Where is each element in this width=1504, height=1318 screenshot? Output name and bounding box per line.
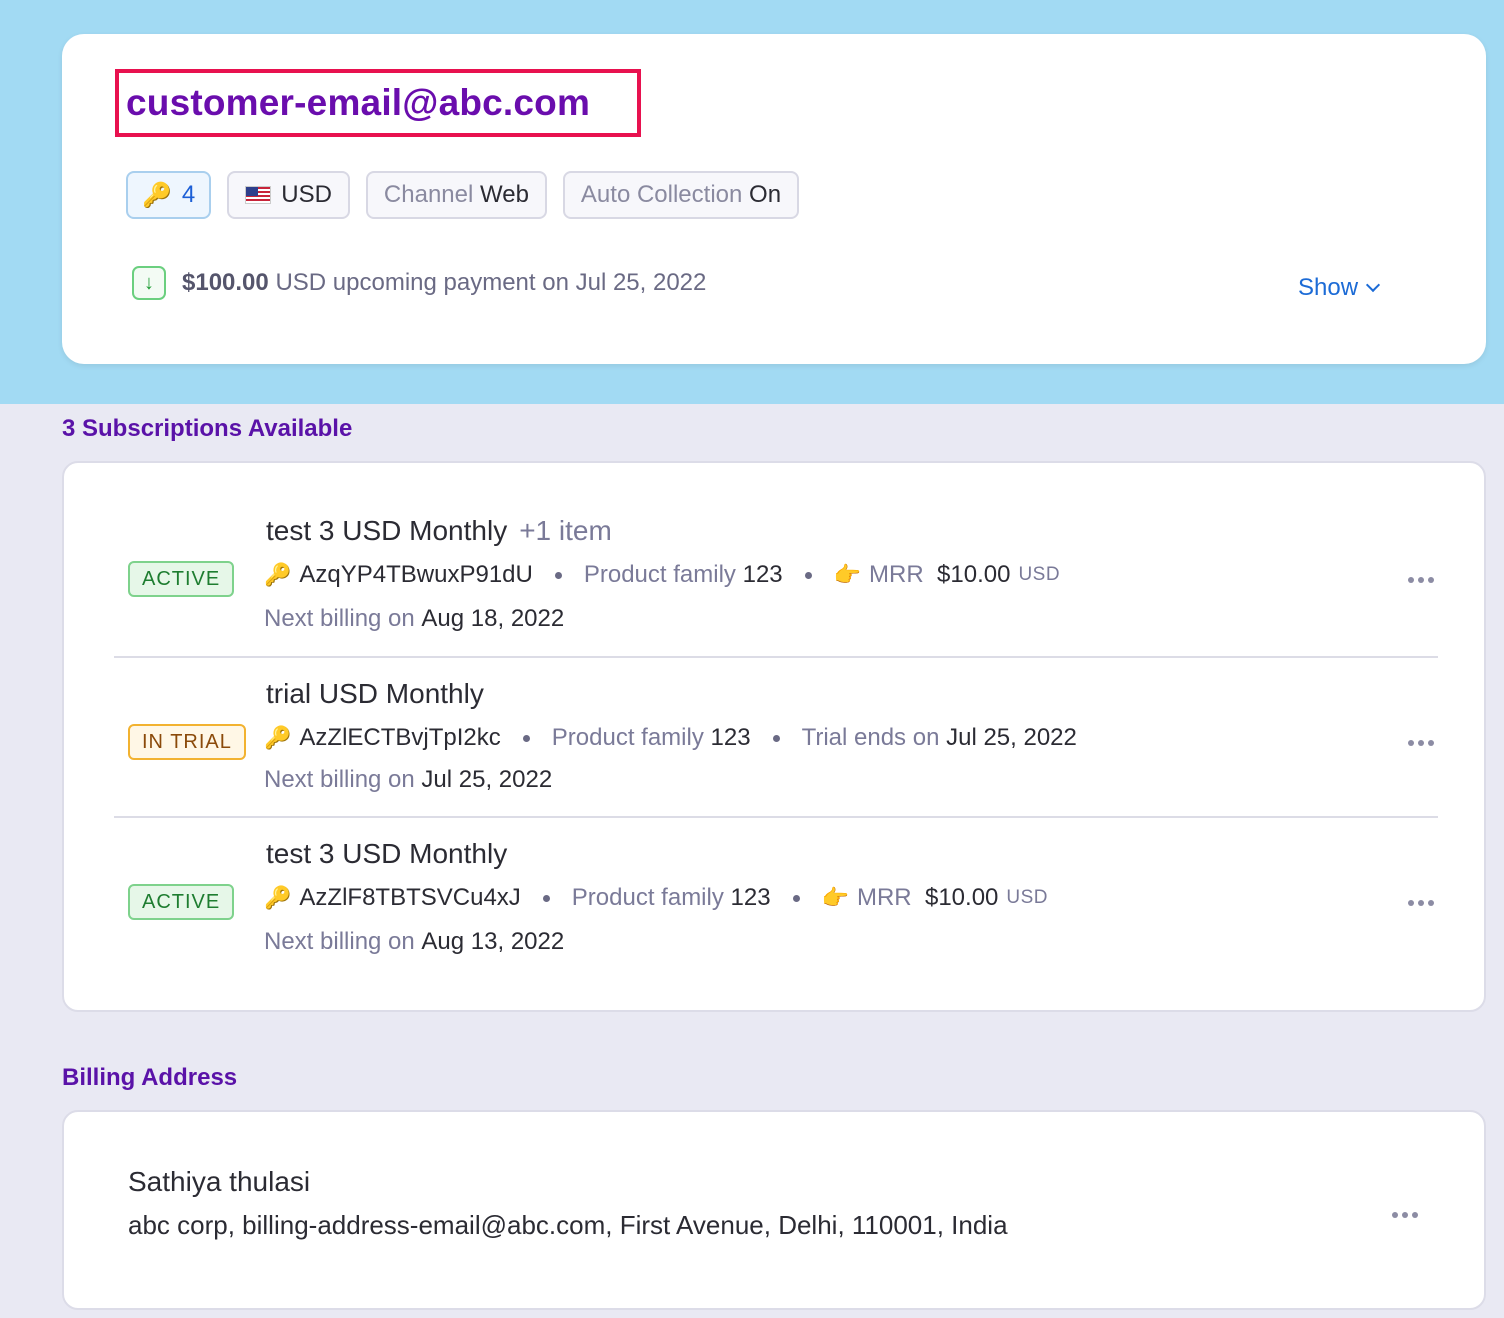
more-options-button[interactable] <box>1404 894 1438 912</box>
subscriptions-heading: 3 Subscriptions Available <box>62 415 353 442</box>
more-dot-icon <box>1418 740 1424 746</box>
auto-collection-value: On <box>749 181 782 208</box>
billing-address-line: abc corp, billing-address-email@abc.com,… <box>128 1210 1008 1240</box>
keys-count: 4 <box>181 181 196 208</box>
subscription-row[interactable]: ACTIVE test 3 USD Monthly +1 item 🔑 AzqYP… <box>114 495 1438 658</box>
more-dot-icon <box>1418 900 1424 906</box>
more-options-button[interactable] <box>1404 571 1438 589</box>
channel-value: Web <box>480 181 529 208</box>
currency-value: USD <box>281 181 332 208</box>
channel-chip[interactable]: Channel Web <box>365 171 547 219</box>
product-family-value: 123 <box>742 561 783 588</box>
next-billing-date: Aug 13, 2022 <box>421 928 565 955</box>
mrr-label: MRR <box>856 884 912 911</box>
separator-dot <box>792 894 800 902</box>
show-label: Show <box>1298 274 1359 301</box>
next-billing-label: Next billing on <box>264 928 415 955</box>
more-dot-icon <box>1392 1212 1398 1218</box>
subscription-meta: 🔑 AzZlF8TBTSVCu4xJ Product family 123 👉 … <box>264 884 1048 912</box>
auto-collection-chip[interactable]: Auto Collection On <box>562 171 800 219</box>
arrow-down-icon: ↓ <box>132 266 166 300</box>
show-toggle[interactable]: Show <box>1298 274 1381 302</box>
more-dot-icon <box>1408 740 1414 746</box>
next-billing-label: Next billing on <box>264 605 415 632</box>
product-family-value: 123 <box>730 884 771 911</box>
subscription-extra-items[interactable]: +1 item <box>519 515 612 546</box>
next-billing-date: Jul 25, 2022 <box>421 766 553 793</box>
more-dot-icon <box>1412 1212 1418 1218</box>
mrr-currency: USD <box>1018 564 1061 585</box>
key-icon: 🔑 <box>264 725 292 750</box>
subscription-id[interactable]: AzZlECTBvjTpI2kc <box>299 724 500 752</box>
status-badge: IN TRIAL <box>128 724 246 760</box>
auto-collection-label: Auto Collection <box>580 181 743 208</box>
subscription-title: trial USD Monthly <box>266 678 484 710</box>
more-dot-icon <box>1402 1212 1408 1218</box>
next-billing-date: Aug 18, 2022 <box>421 605 565 632</box>
subscription-meta: 🔑 AzZlECTBvjTpI2kc Product family 123 Tr… <box>264 724 1077 752</box>
separator-dot <box>522 734 530 742</box>
more-options-button[interactable] <box>1388 1206 1422 1224</box>
customer-email[interactable]: customer-email@abc.com <box>126 82 590 124</box>
chevron-down-icon <box>1365 277 1381 293</box>
status-badge: ACTIVE <box>128 561 235 597</box>
subscription-name[interactable]: test 3 USD Monthly <box>266 515 507 546</box>
subscription-row[interactable]: IN TRIAL trial USD Monthly 🔑 AzZlECTBvjT… <box>114 656 1438 816</box>
pointing-hand-icon: 👉 <box>821 885 849 910</box>
mrr-value: $10.00 <box>937 561 1011 588</box>
subscription-row[interactable]: ACTIVE test 3 USD Monthly 🔑 AzZlF8TBTSVC… <box>114 816 1438 991</box>
status-badge: ACTIVE <box>128 884 235 920</box>
product-family-value: 123 <box>710 724 751 751</box>
subscriptions-card: ACTIVE test 3 USD Monthly +1 item 🔑 AzqYP… <box>62 461 1486 1012</box>
mrr-label: MRR <box>869 561 924 588</box>
keys-chip[interactable]: 🔑 4 <box>126 171 212 219</box>
more-options-button[interactable] <box>1404 734 1438 752</box>
subscription-id[interactable]: AzZlF8TBTSVCu4xJ <box>299 884 520 912</box>
more-dot-icon <box>1428 577 1434 583</box>
next-billing: Next billing on Jul 25, 2022 <box>264 766 552 794</box>
subscription-name[interactable]: test 3 USD Monthly <box>266 838 507 869</box>
billing-name: Sathiya thulasi <box>128 1166 311 1197</box>
channel-label: Channel <box>383 181 474 208</box>
next-billing: Next billing on Aug 13, 2022 <box>264 928 564 956</box>
next-billing-label: Next billing on <box>264 766 415 793</box>
trial-ends-label: Trial ends on <box>801 724 940 751</box>
subscription-title: test 3 USD Monthly <box>266 838 507 870</box>
more-dot-icon <box>1428 740 1434 746</box>
customer-chips: 🔑 4 USD Channel Web Auto Collection On <box>126 171 800 219</box>
payment-text: USD upcoming payment on Jul 25, 2022 <box>275 269 707 296</box>
product-family-label: Product family <box>583 561 736 588</box>
mrr-currency: USD <box>1006 887 1049 908</box>
payment-amount: $100.00 <box>182 269 269 296</box>
upcoming-payment: ↓ $100.00 USD upcoming payment on Jul 25… <box>132 266 706 300</box>
separator-dot <box>542 894 550 902</box>
more-dot-icon <box>1418 577 1424 583</box>
subscription-title: test 3 USD Monthly +1 item <box>266 515 612 547</box>
subscription-name[interactable]: trial USD Monthly <box>266 678 484 709</box>
key-icon: 🔑 <box>264 562 292 587</box>
product-family-label: Product family <box>571 884 724 911</box>
pointing-hand-icon: 👉 <box>833 562 862 587</box>
currency-chip[interactable]: USD <box>227 171 350 219</box>
billing-address-card: Sathiya thulasi abc corp, billing-addres… <box>62 1110 1486 1310</box>
more-dot-icon <box>1408 577 1414 583</box>
more-dot-icon <box>1408 900 1414 906</box>
next-billing: Next billing on Aug 18, 2022 <box>264 605 564 633</box>
subscription-id[interactable]: AzqYP4TBwuxP91dU <box>299 561 532 589</box>
key-icon: 🔑 <box>264 885 292 910</box>
key-icon: 🔑 <box>142 181 172 209</box>
separator-dot <box>554 571 562 579</box>
product-family-label: Product family <box>551 724 704 751</box>
subscription-meta: 🔑 AzqYP4TBwuxP91dU Product family 123 👉 … <box>264 561 1060 589</box>
more-dot-icon <box>1428 900 1434 906</box>
customer-card: customer-email@abc.com 🔑 4 USD Channel W… <box>62 34 1486 364</box>
us-flag-icon <box>245 186 272 204</box>
billing-address-heading: Billing Address <box>62 1064 238 1091</box>
trial-ends-date: Jul 25, 2022 <box>946 724 1077 751</box>
separator-dot <box>804 571 812 579</box>
mrr-value: $10.00 <box>924 884 999 911</box>
separator-dot <box>772 734 780 742</box>
